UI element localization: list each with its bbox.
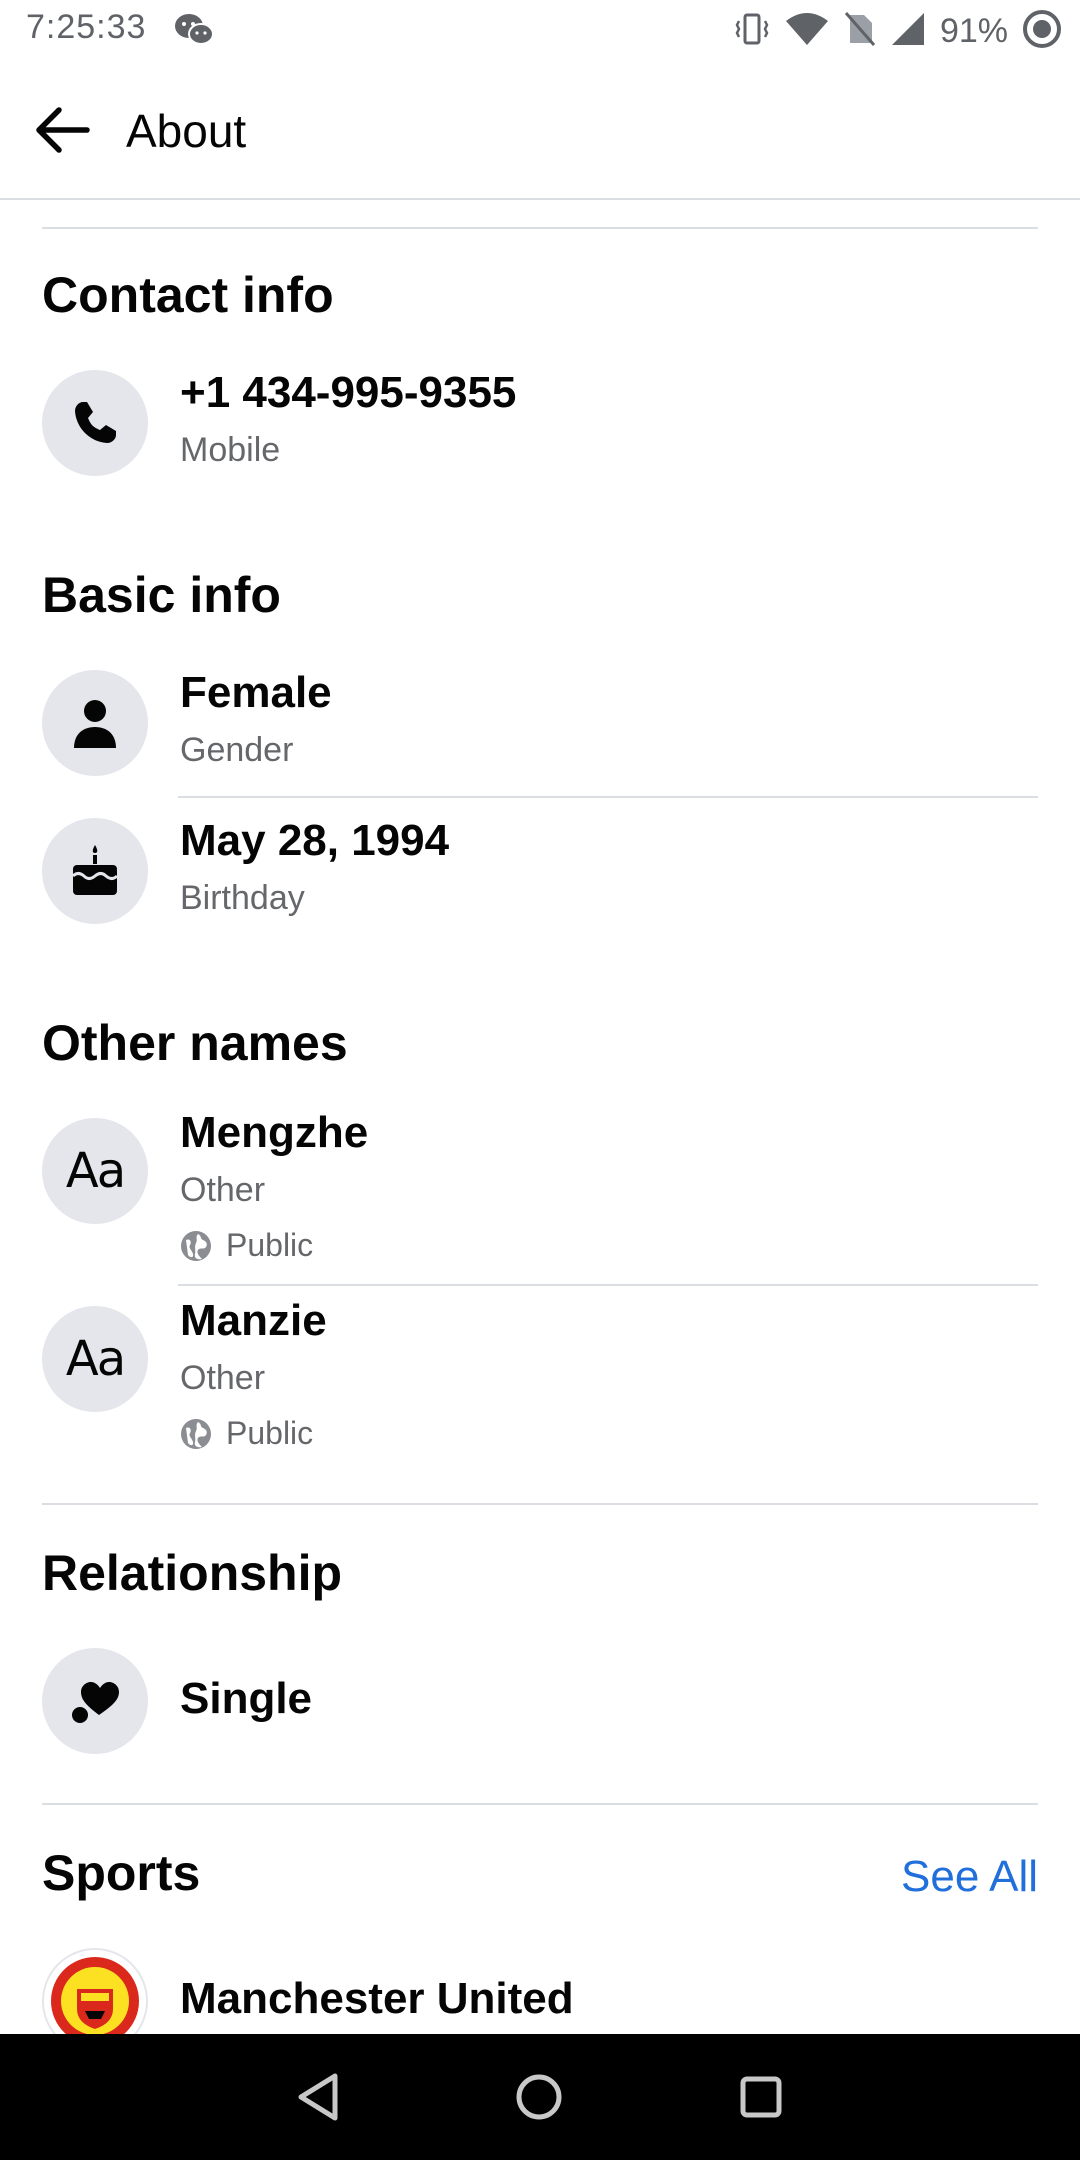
privacy-label: Public bbox=[226, 1415, 314, 1451]
person-icon bbox=[42, 670, 148, 776]
other-name-label: Other bbox=[180, 1359, 266, 1397]
privacy-label: Public bbox=[226, 1227, 314, 1263]
birthday-value: May 28, 1994 bbox=[180, 816, 450, 865]
nav-recents-icon bbox=[740, 2076, 782, 2118]
see-all-link[interactable]: See All bbox=[901, 1852, 1038, 1902]
status-bar: 7:25:33 91% bbox=[0, 0, 1080, 62]
section-title-contact-info: Contact info bbox=[42, 267, 334, 323]
divider bbox=[178, 1284, 1038, 1286]
section-title-sports: Sports bbox=[42, 1845, 201, 1901]
privacy-indicator: Public bbox=[180, 1415, 313, 1452]
other-name-value: Manzie bbox=[180, 1296, 327, 1345]
divider bbox=[42, 1803, 1038, 1805]
battery-icon bbox=[1022, 9, 1062, 54]
cake-icon bbox=[42, 818, 148, 924]
gender-label: Gender bbox=[180, 731, 294, 769]
system-nav-bar bbox=[0, 2034, 1080, 2160]
nav-back-button[interactable] bbox=[286, 2064, 352, 2130]
divider bbox=[42, 227, 1038, 229]
globe-icon bbox=[181, 1418, 211, 1449]
gender-value: Female bbox=[180, 668, 332, 717]
sports-team-name[interactable]: Manchester United bbox=[180, 1974, 574, 2024]
text-aa-icon: Aa bbox=[42, 1118, 148, 1224]
divider bbox=[42, 1503, 1038, 1505]
section-title-other-names: Other names bbox=[42, 1015, 348, 1071]
other-name-label: Other bbox=[180, 1171, 266, 1209]
phone-icon bbox=[42, 370, 148, 476]
aa-glyph: Aa bbox=[65, 1331, 126, 1387]
nav-recents-button[interactable] bbox=[728, 2064, 794, 2130]
relationship-status: Single bbox=[180, 1674, 313, 1723]
nav-home-button[interactable] bbox=[506, 2064, 572, 2130]
text-aa-icon: Aa bbox=[42, 1306, 148, 1412]
wifi-icon bbox=[784, 11, 830, 52]
wechat-icon bbox=[174, 12, 214, 53]
signal-icon bbox=[890, 11, 926, 52]
contact-phone-label: Mobile bbox=[180, 431, 281, 469]
section-title-basic-info: Basic info bbox=[42, 567, 281, 623]
other-name-value: Mengzhe bbox=[180, 1108, 369, 1157]
section-title-relationship: Relationship bbox=[42, 1545, 343, 1601]
nav-back-icon bbox=[298, 2073, 338, 2121]
back-button[interactable] bbox=[30, 100, 94, 160]
nav-home-icon bbox=[516, 2074, 562, 2120]
heart-icon bbox=[42, 1648, 148, 1754]
aa-glyph: Aa bbox=[65, 1143, 126, 1199]
app-bar: About bbox=[0, 62, 1080, 200]
privacy-indicator: Public bbox=[180, 1227, 313, 1264]
contact-phone-value[interactable]: +1 434-995-9355 bbox=[180, 368, 516, 418]
globe-icon bbox=[181, 1230, 211, 1261]
battery-percent: 91% bbox=[939, 11, 1008, 50]
status-time: 7:25:33 bbox=[26, 8, 147, 46]
birthday-label: Birthday bbox=[180, 879, 305, 917]
page-title: About bbox=[126, 105, 247, 157]
about-content[interactable]: Contact info +1 434-995-9355 Mobile Basi… bbox=[0, 200, 1080, 2034]
arrow-left-icon bbox=[36, 107, 90, 153]
divider bbox=[178, 796, 1038, 798]
team-logo[interactable] bbox=[42, 1948, 148, 2034]
vibrate-icon bbox=[734, 11, 770, 52]
no-sim-icon bbox=[844, 11, 876, 52]
